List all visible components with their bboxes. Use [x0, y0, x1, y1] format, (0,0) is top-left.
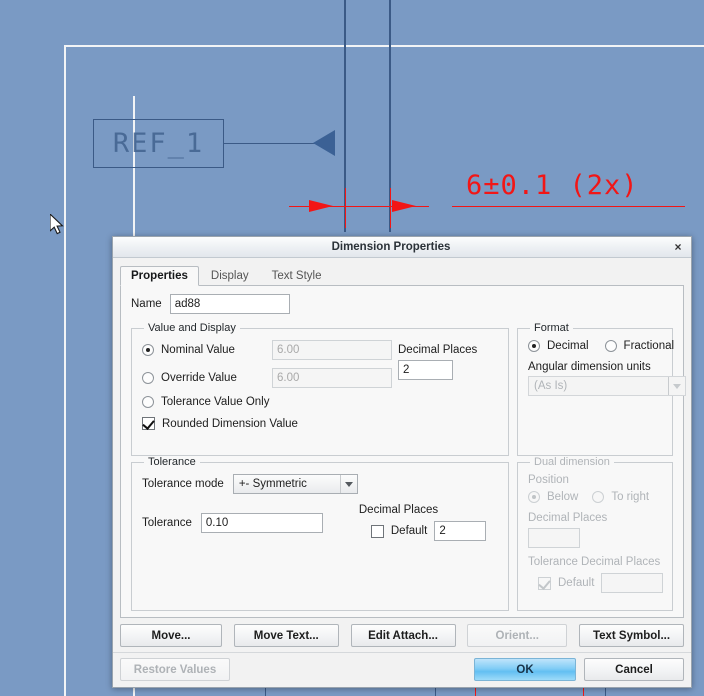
restore-values-button[interactable]: Restore Values	[120, 658, 230, 681]
properties-tab-panel: Name Value and Display Nominal Value	[120, 286, 686, 618]
tab-display[interactable]: Display	[200, 266, 260, 285]
dual-dimension-legend: Dual dimension	[534, 456, 610, 468]
dimension-text-underline	[452, 206, 685, 207]
rounded-dimension-value-row[interactable]: Rounded Dimension Value	[142, 417, 392, 430]
tab-properties[interactable]: Properties	[120, 266, 199, 286]
tab-strip: Properties Display Text Style	[120, 264, 684, 286]
override-value-radio[interactable]	[142, 372, 154, 384]
tolerance-mode-select[interactable]: +- Symmetric	[232, 474, 358, 494]
rounded-dimension-value-label: Rounded Dimension Value	[162, 417, 298, 430]
dialog-body: Properties Display Text Style Name Value…	[113, 258, 691, 618]
dual-position-to-right-row[interactable]: To right	[592, 491, 649, 503]
chevron-down-icon	[668, 377, 685, 395]
dual-position-label: Position	[528, 474, 569, 486]
tolerance-mode-label: Tolerance mode	[142, 478, 224, 490]
dual-position-below-radio[interactable]	[528, 491, 540, 503]
tolerance-legend: Tolerance	[148, 456, 196, 468]
value-and-display-legend: Value and Display	[148, 322, 236, 334]
cancel-button[interactable]: Cancel	[584, 658, 684, 681]
orient-button[interactable]: Orient...	[467, 624, 568, 647]
dialog-footer-button-row: Restore Values OK Cancel	[113, 653, 691, 687]
nominal-value-radio[interactable]	[142, 344, 154, 356]
dual-position-to-right-radio[interactable]	[592, 491, 605, 503]
override-value-row[interactable]: Override Value	[142, 368, 392, 388]
dimension-arrowhead-right-icon	[392, 200, 416, 212]
format-decimal-row[interactable]: Decimal	[528, 340, 589, 352]
tolerance-default-checkbox[interactable]	[370, 524, 384, 538]
ok-cancel-group: OK Cancel	[474, 658, 684, 681]
format-decimal-label: Decimal	[547, 340, 589, 352]
tolerance-decimal-places-label: Decimal Places	[358, 504, 439, 516]
tolerance-value-label: Tolerance	[142, 516, 192, 529]
dual-position-below-label: Below	[547, 491, 579, 503]
dual-position-below-row[interactable]: Below	[528, 491, 578, 503]
tolerance-value-only-row[interactable]: Tolerance Value Only	[142, 396, 392, 408]
angular-dimension-units-value: (As Is)	[534, 380, 568, 392]
ref-balloon-box[interactable]: REF_1	[93, 119, 224, 168]
dialog-action-button-row: Move... Move Text... Edit Attach... Orie…	[113, 618, 691, 653]
dual-tolerance-default-checkbox[interactable]	[538, 576, 551, 590]
tab-text-style[interactable]: Text Style	[261, 266, 333, 285]
name-label: Name	[131, 298, 162, 310]
nominal-value-label: Nominal Value	[161, 344, 235, 356]
tolerance-group: Tolerance Tolerance mode +- Symmetric To…	[131, 456, 509, 611]
chevron-down-icon	[339, 475, 357, 493]
nominal-value-input[interactable]	[272, 340, 392, 360]
override-value-label: Override Value	[161, 372, 237, 384]
tolerance-value-input[interactable]	[200, 512, 323, 533]
value-and-display-group: Value and Display Nominal Value Override…	[131, 322, 509, 456]
format-fractional-radio[interactable]	[604, 340, 617, 352]
decimal-places-label: Decimal Places	[398, 344, 478, 356]
arrow-cursor-icon	[50, 214, 64, 235]
dialog-titlebar[interactable]: Dimension Properties ×	[113, 237, 691, 258]
dual-tolerance-decimal-places-input[interactable]	[601, 573, 664, 593]
name-row: Name	[131, 294, 673, 314]
text-symbol-button[interactable]: Text Symbol...	[579, 624, 684, 647]
move-button[interactable]: Move...	[120, 624, 222, 647]
tolerance-mode-value: +- Symmetric	[238, 478, 307, 490]
tolerance-default-label: Default	[390, 525, 428, 537]
dual-tolerance-decimal-places-label: Tolerance Decimal Places	[528, 556, 661, 568]
ref-leader-arrowhead-icon	[313, 130, 335, 156]
decimal-places-input[interactable]	[398, 360, 453, 380]
tolerance-decimal-places-input[interactable]	[434, 521, 487, 541]
name-input[interactable]	[169, 294, 290, 314]
close-icon[interactable]: ×	[669, 240, 691, 254]
nominal-value-row[interactable]: Nominal Value	[142, 340, 392, 360]
dual-tolerance-default-label: Default	[558, 577, 595, 589]
dual-dimension-group: Dual dimension Position Below To right D…	[517, 456, 673, 611]
dimension-text[interactable]: 6±0.1 (2x)	[466, 170, 639, 201]
format-fractional-label: Fractional	[623, 340, 675, 352]
dual-decimal-places-label: Decimal Places	[528, 512, 608, 524]
move-text-button[interactable]: Move Text...	[233, 624, 339, 647]
ref-leader-line	[224, 143, 324, 144]
format-fractional-row[interactable]: Fractional	[604, 340, 675, 352]
edit-attach-button[interactable]: Edit Attach...	[350, 624, 456, 647]
ref-balloon-label: REF_1	[112, 128, 205, 159]
rounded-dimension-value-checkbox[interactable]	[142, 417, 155, 430]
panel-grid: Value and Display Nominal Value Override…	[131, 322, 686, 611]
ok-button[interactable]: OK	[474, 658, 576, 681]
dual-decimal-places-input[interactable]	[528, 528, 580, 548]
sheet-border-left	[64, 45, 66, 696]
dimension-properties-dialog[interactable]: Dimension Properties × Properties Displa…	[112, 236, 692, 688]
format-decimal-radio[interactable]	[528, 340, 540, 352]
format-group: Format Decimal Fractional Angular dimens…	[517, 322, 686, 456]
override-value-input[interactable]	[272, 368, 392, 388]
tolerance-value-only-radio[interactable]	[142, 396, 154, 408]
dialog-title: Dimension Properties	[331, 241, 451, 253]
dimension-witness-line-right	[390, 188, 391, 228]
dimension-arrowhead-left-icon	[309, 200, 333, 212]
angular-dimension-units-label: Angular dimension units	[528, 361, 651, 373]
angular-dimension-units-select[interactable]: (As Is)	[528, 376, 686, 396]
format-legend: Format	[534, 322, 569, 334]
sheet-border-top	[64, 45, 704, 47]
dimension-witness-line-left	[345, 188, 346, 228]
cad-bottom-sliver	[135, 688, 704, 696]
tolerance-value-only-label: Tolerance Value Only	[161, 396, 270, 408]
dual-position-to-right-label: To right	[611, 491, 650, 503]
